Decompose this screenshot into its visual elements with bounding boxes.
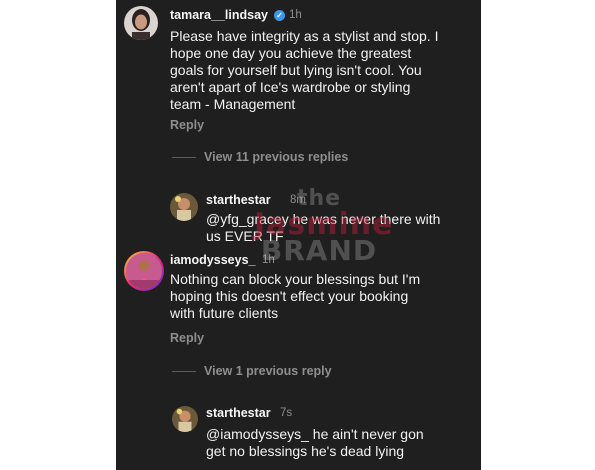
comment-line: hoping this doesn't effect your booking [170, 288, 409, 304]
avatar-iamodysseys[interactable] [124, 251, 164, 291]
comment-text: Nothing can block your blessings but I'm… [170, 271, 420, 322]
avatar-tamara[interactable] [124, 6, 158, 40]
reply-line: @iamodysseys_ he ain't never gon [206, 426, 424, 442]
comment-line: with future clients [170, 305, 279, 321]
reply-line: us EVER TF [206, 228, 284, 244]
avatar-image [172, 406, 198, 432]
reply-username[interactable]: starthestar [206, 193, 271, 207]
reply-time: 7s [280, 407, 293, 419]
avatar-image [124, 6, 158, 40]
comments-panel: tamara__lindsay ✓ 1h Please have integri… [116, 0, 481, 470]
reply-text: @iamodysseys_ he ain't never gon get no … [206, 426, 424, 460]
comment-line: hope one day you achieve the greatest [170, 45, 412, 61]
verified-badge-icon: ✓ [274, 10, 285, 21]
reply-line: get no blessings he's dead lying [206, 443, 405, 459]
reply-text: @yfg_gracey he was never there with us E… [206, 211, 440, 245]
reply-time: 8m [290, 194, 306, 206]
avatar-starthestar[interactable] [170, 193, 198, 221]
comment-time: 1h [262, 254, 275, 266]
comment-line: aren't apart of Ice's wardrobe or stylin… [170, 79, 411, 95]
reply-button[interactable]: Reply [170, 118, 204, 132]
reply-line: @yfg_gracey he was never there with [206, 211, 441, 227]
divider-line [172, 157, 196, 158]
comment-text: Please have integrity as a stylist and s… [170, 28, 438, 113]
reply-username[interactable]: starthestar [206, 406, 271, 420]
comment-line: goals for yourself but lying isn't cool.… [170, 62, 422, 78]
avatar-starthestar[interactable] [172, 406, 198, 432]
view-previous-replies-button[interactable]: View 11 previous replies [204, 150, 348, 164]
avatar-image [126, 253, 162, 289]
comment-line: Please have integrity as a stylist and s… [170, 28, 439, 44]
view-previous-replies-button[interactable]: View 1 previous reply [204, 364, 332, 378]
comment-line: team - Management [170, 96, 296, 112]
comment-username[interactable]: iamodysseys_ [170, 253, 255, 267]
divider-line [172, 371, 196, 372]
avatar-image [170, 193, 198, 221]
comment-username[interactable]: tamara__lindsay [170, 8, 268, 22]
comment-time: 1h [289, 9, 302, 21]
reply-button[interactable]: Reply [170, 331, 204, 345]
comment-line: Nothing can block your blessings but I'm [170, 271, 421, 287]
